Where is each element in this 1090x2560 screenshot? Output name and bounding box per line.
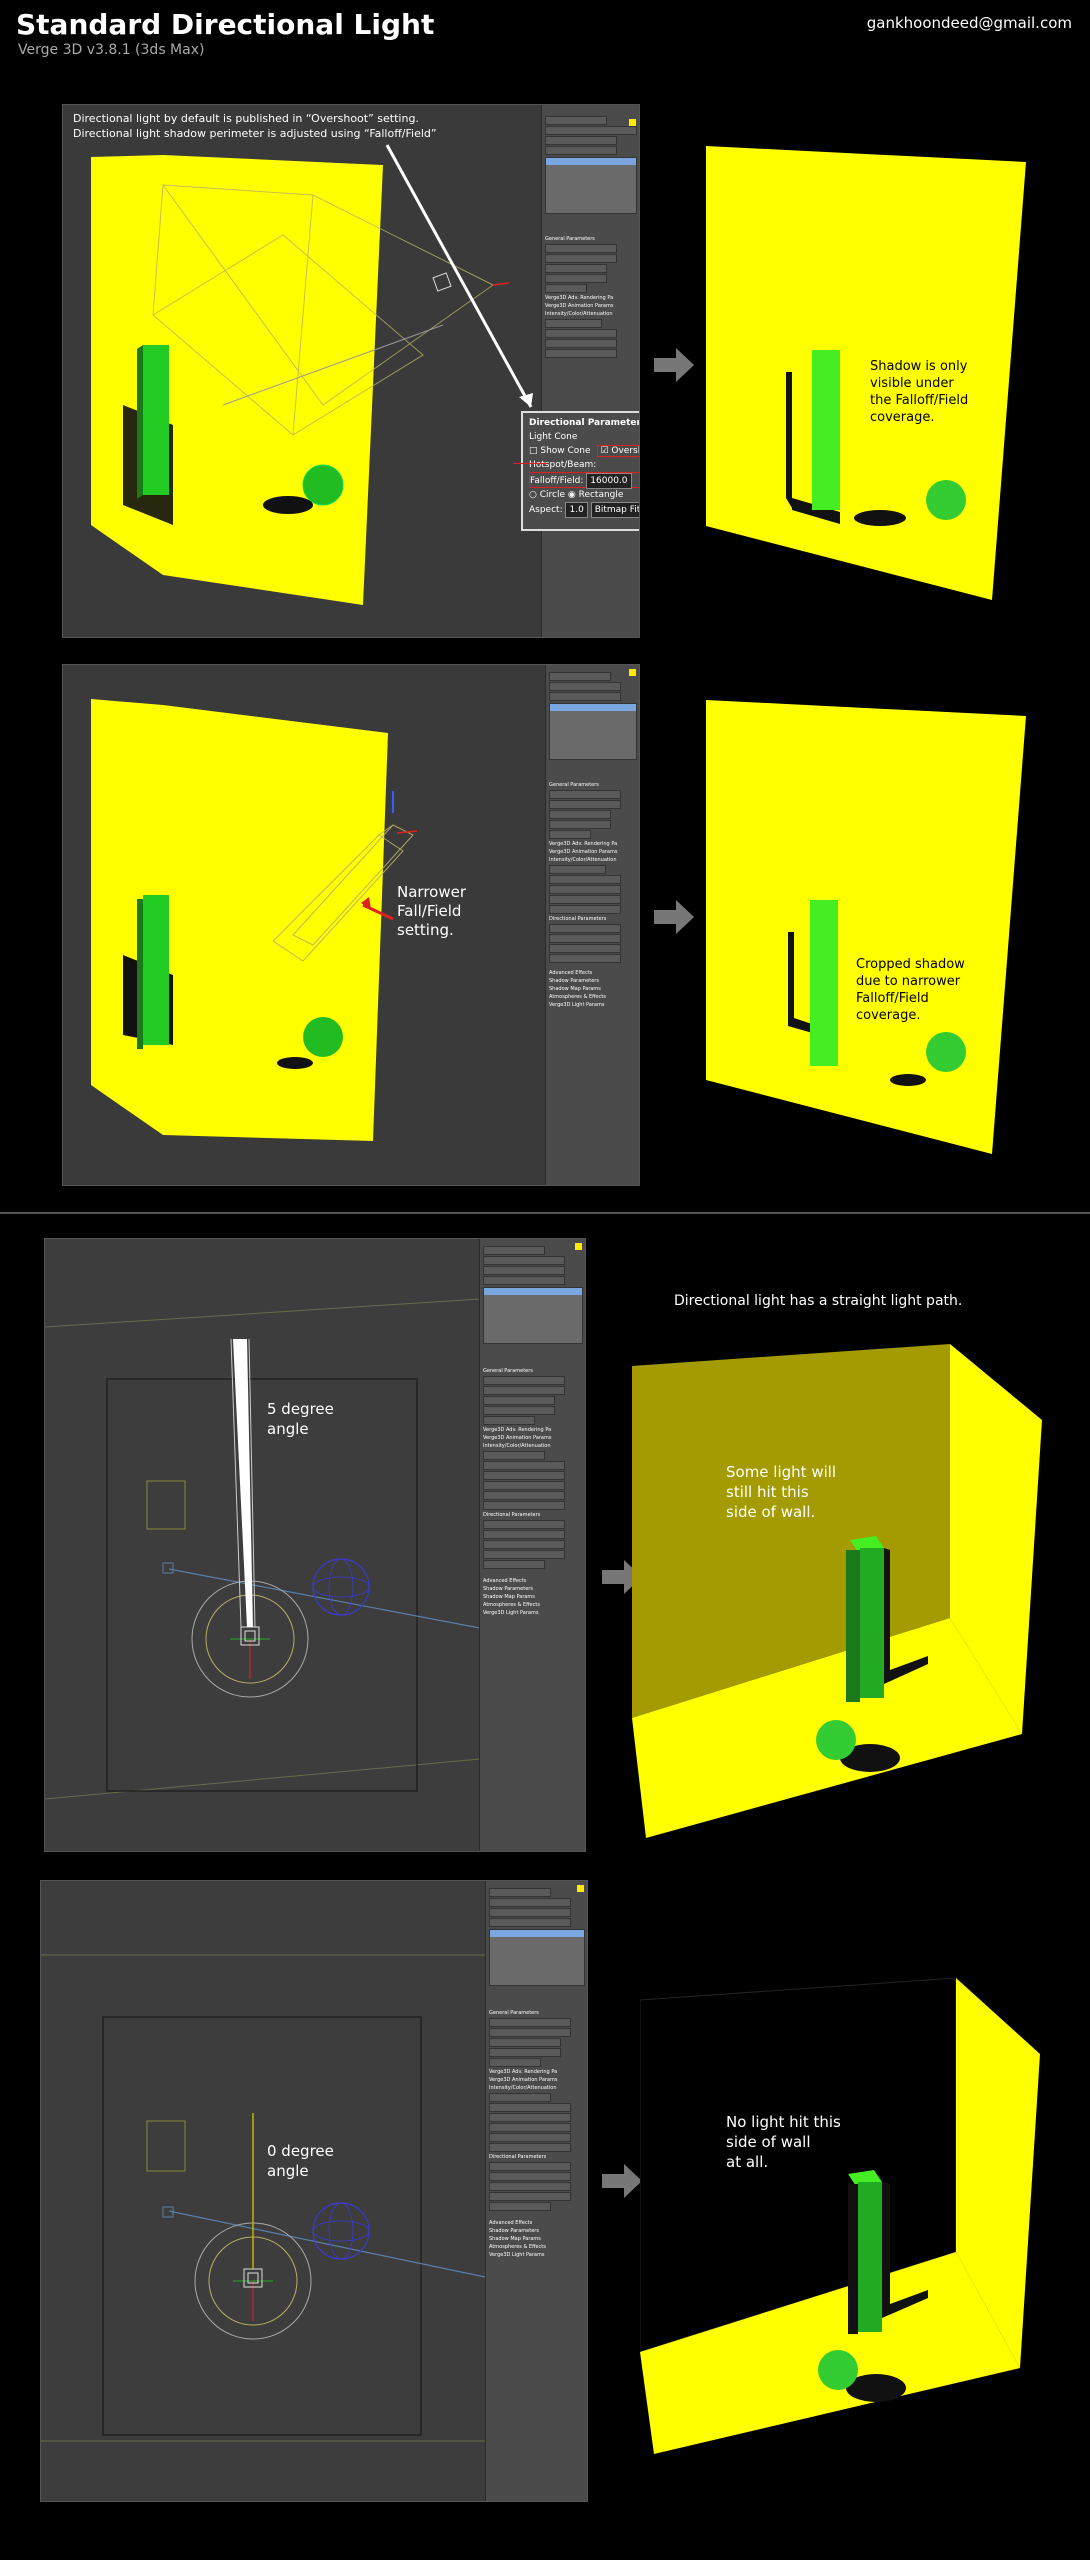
hotspot-label: Hotspot/Beam: (529, 460, 597, 470)
render-2: Cropped shadow due to narrower Falloff/F… (700, 700, 1026, 1158)
command-panel-1[interactable]: General Parameters Verge3D Adv. Renderin… (541, 105, 639, 637)
arrow-right-icon (654, 348, 694, 382)
viewport-3[interactable]: 5 degree angle General Parameters Verge3… (44, 1238, 586, 1852)
rectangle-label: Rectangle (578, 490, 624, 500)
caption-line: the Falloff/Field (870, 393, 969, 408)
caption-line: No light hit this (726, 2113, 841, 2131)
page-title: Standard Directional Light (16, 8, 435, 41)
modifier-list[interactable] (549, 703, 637, 760)
dir-params-title: Directional Parameters (529, 418, 640, 428)
command-panel-2[interactable]: General Parameters Verge3D Adv. Renderin… (545, 665, 639, 1185)
angle-label-5: 5 degree angle (267, 1399, 334, 1439)
green-box (143, 345, 169, 495)
caption-line: Cropped shadow (856, 957, 965, 972)
caption-line: side of wall. (726, 1503, 816, 1521)
circle-label: Circle (539, 490, 565, 500)
author-email: gankhoondeed@gmail.com (866, 14, 1072, 32)
caption-line: due to narrower (856, 974, 961, 989)
annotation-line: Fall/Field (397, 902, 462, 920)
annotation-line: setting. (397, 921, 454, 939)
modifier-list[interactable] (489, 1929, 585, 1986)
light-gizmo (432, 272, 452, 292)
circle-radio[interactable]: ○ (529, 490, 540, 500)
aspect-label: Aspect: (529, 505, 563, 515)
result-caption-3: Some light will still hit this side of w… (726, 1462, 836, 1522)
angle-line: angle (267, 1420, 309, 1438)
command-panel-4[interactable]: General Parameters Verge3D Adv. Renderin… (485, 1881, 587, 2501)
annotation-line: Narrower (397, 883, 466, 901)
rectangle-radio[interactable]: ◉ (568, 490, 579, 500)
result-caption-1: Shadow is only visible under the Falloff… (870, 358, 968, 426)
caption-line: coverage. (870, 410, 935, 425)
caption-line: side of wall (726, 2133, 811, 2151)
arrow-right-icon (602, 2164, 642, 2198)
color-swatch[interactable] (629, 119, 636, 126)
caption-line: Shadow is only (870, 359, 968, 374)
angle-line: 0 degree (267, 2142, 334, 2160)
viewport-1[interactable]: Directional light by default is publishe… (62, 104, 640, 638)
angle-line: 5 degree (267, 1400, 334, 1418)
modifier-list[interactable] (545, 157, 637, 214)
falloff-input[interactable]: 16000.0 (586, 473, 632, 489)
caption-line: coverage. (856, 1008, 921, 1023)
caption-line: visible under (870, 376, 954, 391)
result-caption-4: No light hit this side of wall at all. (726, 2112, 841, 2172)
overshoot-label: Overshoot (611, 446, 639, 456)
caption-line: Falloff/Field (856, 991, 929, 1006)
green-sphere (302, 464, 344, 506)
caption-line: at all. (726, 2153, 769, 2171)
overshoot-checkbox[interactable]: ☑ Overshoot (597, 445, 639, 457)
angle-label-0: 0 degree angle (267, 2141, 334, 2181)
caption-line: still hit this (726, 1483, 809, 1501)
back-wall (163, 155, 383, 605)
aspect-input[interactable]: 1.0 (565, 502, 588, 518)
command-panel-3[interactable]: General Parameters Verge3D Adv. Renderin… (479, 1239, 585, 1851)
show-cone-checkbox[interactable]: □ (529, 446, 540, 456)
viewport-2[interactable]: Narrower Fall/Field setting. General Par… (62, 664, 640, 1186)
angle-line: angle (267, 2162, 309, 2180)
render-1: Shadow is only visible under the Falloff… (700, 146, 1026, 606)
section-divider (0, 1212, 1090, 1214)
page-subtitle: Verge 3D v3.8.1 (3ds Max) (18, 42, 205, 58)
note-line-1: Directional light by default is publishe… (73, 112, 419, 125)
viewport-4[interactable]: 0 degree angle General Parameters Verge3… (40, 1880, 588, 2502)
note-text: Directional light by default is publishe… (73, 111, 437, 141)
caption-line: Some light will (726, 1463, 837, 1481)
render-3: Some light will still hit this side of w… (632, 1344, 1042, 1840)
note-line-2: Directional light shadow perimeter is ad… (73, 127, 437, 140)
modifier-list[interactable] (483, 1287, 583, 1344)
arrow-right-icon (654, 900, 694, 934)
render-4: No light hit this side of wall at all. (640, 1978, 1040, 2456)
light-cone-label: Light Cone (529, 432, 578, 442)
falloff-label: Falloff/Field: (530, 476, 584, 486)
show-cone-label: Show Cone (540, 446, 591, 456)
narrower-annotation: Narrower Fall/Field setting. (397, 883, 466, 940)
result-caption-2: Cropped shadow due to narrower Falloff/F… (856, 956, 965, 1024)
directional-parameters-callout[interactable]: Directional Parameters Light Cone □ Show… (521, 411, 640, 531)
section3-heading: Directional light has a straight light p… (674, 1293, 963, 1309)
bitmap-fit-button[interactable]: Bitmap Fit... (590, 502, 639, 518)
